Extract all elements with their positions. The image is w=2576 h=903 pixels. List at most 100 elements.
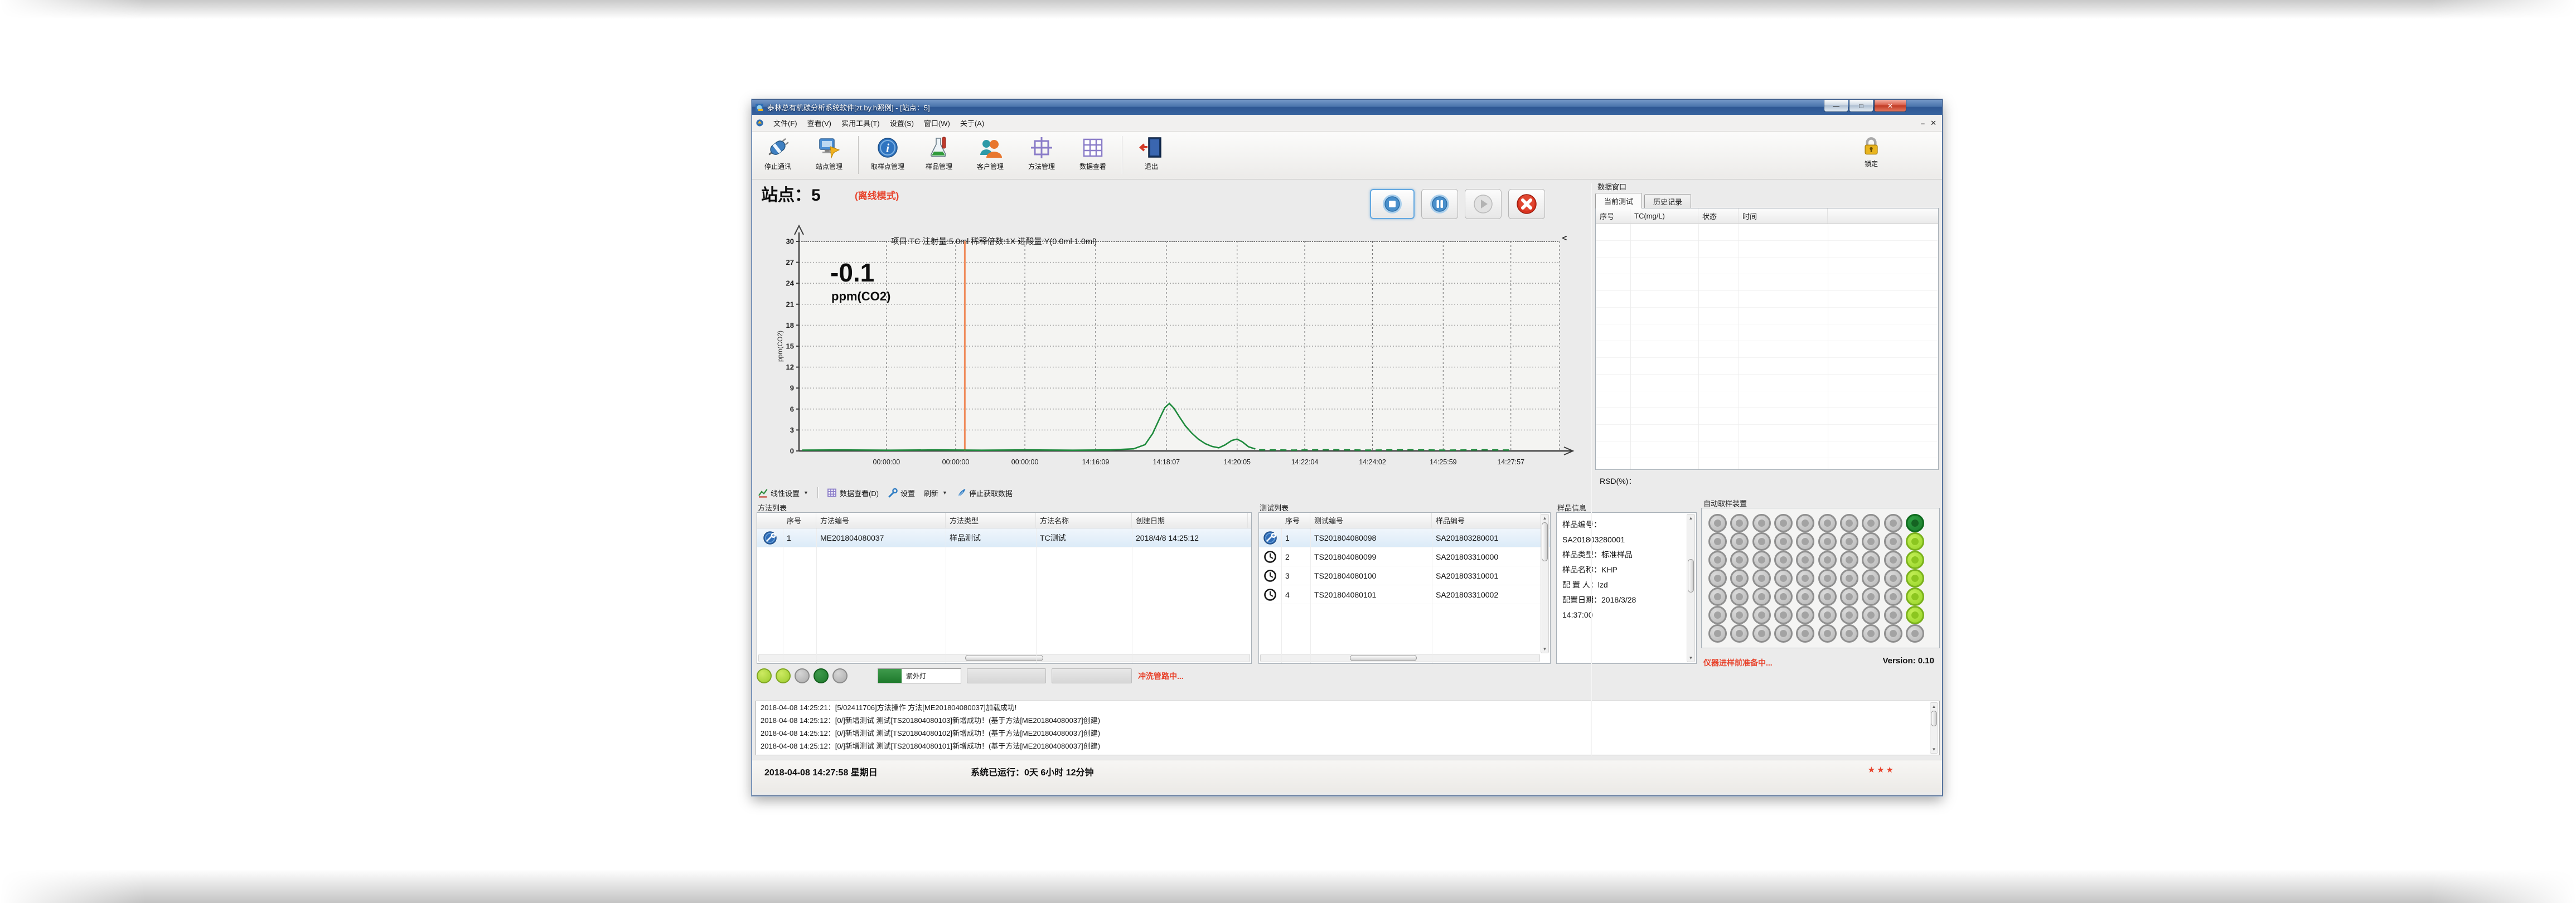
test-list-vscrollbar[interactable]: ▲▼ — [1541, 514, 1549, 653]
sample-info-vscrollbar[interactable]: ▲▼ — [1687, 514, 1695, 662]
sampler-vial[interactable] — [1862, 514, 1880, 532]
sampler-vial[interactable] — [1840, 569, 1858, 588]
chart-toolbar-refresh[interactable]: 刷新▼ — [924, 488, 947, 498]
method-list-hscrollbar[interactable] — [758, 654, 1250, 662]
sampler-vial[interactable] — [1796, 532, 1814, 551]
sampler-vial[interactable] — [1796, 606, 1814, 624]
close-button[interactable]: ✕ — [1874, 100, 1906, 112]
sampler-vial[interactable] — [1752, 551, 1771, 569]
sampler-vial[interactable] — [1818, 551, 1837, 569]
sampler-vial[interactable] — [1840, 606, 1858, 624]
sampler-vial[interactable] — [1884, 569, 1902, 588]
sampler-vial[interactable] — [1906, 569, 1924, 588]
sampler-vial[interactable] — [1774, 551, 1793, 569]
mdi-minimize-icon[interactable]: – — [1921, 119, 1925, 128]
sampler-vial[interactable] — [1818, 588, 1837, 606]
chart-toolbar-data-view[interactable]: 数据查看(D) — [827, 488, 879, 498]
sampler-vial[interactable] — [1730, 569, 1749, 588]
sampler-vial[interactable] — [1884, 551, 1902, 569]
sampler-vial[interactable] — [1708, 624, 1727, 643]
column-header[interactable]: 时间 — [1739, 208, 1828, 224]
sampler-vial[interactable] — [1862, 532, 1880, 551]
data-window-table[interactable]: 序号TC(mg/L)状态时间 — [1595, 208, 1939, 470]
sampler-vial[interactable] — [1752, 588, 1771, 606]
sampler-vial[interactable] — [1774, 624, 1793, 643]
maximize-button[interactable]: □ — [1849, 100, 1873, 112]
sampler-vial[interactable] — [1796, 551, 1814, 569]
sampler-vial[interactable] — [1840, 514, 1858, 532]
sampler-vial[interactable] — [1730, 588, 1749, 606]
sampler-vial[interactable] — [1752, 624, 1771, 643]
lock-button[interactable]: 锁定 — [1852, 133, 1891, 178]
sampler-vial[interactable] — [1708, 532, 1727, 551]
menu-item-settings[interactable]: 设置(S) — [885, 115, 919, 130]
sampler-vial[interactable] — [1708, 569, 1727, 588]
toolbar-button-exit[interactable]: 退出 — [1126, 133, 1177, 178]
sampler-vial[interactable] — [1796, 569, 1814, 588]
minimize-button[interactable]: — — [1824, 100, 1848, 112]
sampler-vial[interactable] — [1818, 606, 1837, 624]
table-row[interactable]: 3TS201804080100SA201803310001 — [1259, 566, 1550, 585]
sampler-vial[interactable] — [1708, 514, 1727, 532]
test-list-table[interactable]: 序号测试编号样品编号 ▲▼ 1TS201804080098SA201803280… — [1258, 512, 1551, 664]
sampler-vial[interactable] — [1774, 569, 1793, 588]
sampler-vial[interactable] — [1862, 606, 1880, 624]
sampler-vial[interactable] — [1906, 624, 1924, 643]
sampler-vial[interactable] — [1862, 588, 1880, 606]
chart-toolbar-linear-settings[interactable]: 线性设置▼ — [758, 488, 808, 498]
title-bar[interactable]: 泰林总有机碳分析系统软件[zt.by.h照例] - [站点：5] — □ ✕ — [752, 100, 1942, 115]
table-row[interactable]: 1ME201804080037样品测试TC测试2018/4/8 14:25:12 — [757, 528, 1251, 547]
menu-item-window[interactable]: 窗口(W) — [919, 115, 955, 130]
sampler-vial[interactable] — [1906, 588, 1924, 606]
column-header[interactable]: 方法类型 — [946, 513, 1036, 528]
sampler-vial[interactable] — [1884, 514, 1902, 532]
sampler-vial[interactable] — [1884, 532, 1902, 551]
toolbar-button-customer-manage[interactable]: 客户管理 — [965, 133, 1016, 178]
toolbar-button-stop-comm[interactable]: 停止通讯 — [752, 133, 803, 178]
sampler-vial[interactable] — [1840, 588, 1858, 606]
toolbar-button-data-view[interactable]: 数据查看 — [1067, 133, 1118, 178]
sampler-vial[interactable] — [1840, 624, 1858, 643]
sampler-vial[interactable] — [1884, 588, 1902, 606]
toolbar-button-station-manage[interactable]: 站点管理 — [803, 133, 855, 178]
column-header[interactable]: 方法名称 — [1036, 513, 1132, 528]
sampler-vial[interactable] — [1708, 551, 1727, 569]
table-row[interactable]: 1TS201804080098SA201803280001 — [1259, 528, 1550, 547]
column-header[interactable]: 状态 — [1698, 208, 1739, 224]
sampler-vial[interactable] — [1862, 551, 1880, 569]
sampler-vial[interactable] — [1730, 532, 1749, 551]
sampler-vial[interactable] — [1730, 624, 1749, 643]
sampler-vial[interactable] — [1818, 569, 1837, 588]
sampler-vial[interactable] — [1796, 588, 1814, 606]
tab-current-test[interactable]: 当前测试 — [1595, 193, 1642, 208]
column-header[interactable]: 方法编号 — [816, 513, 946, 528]
column-header[interactable]: 序号 — [1281, 513, 1310, 528]
sampler-vial[interactable] — [1752, 514, 1771, 532]
sampler-vial[interactable] — [1840, 551, 1858, 569]
column-header[interactable]: 创建日期 — [1132, 513, 1248, 528]
sampler-vial[interactable] — [1752, 532, 1771, 551]
tab-history[interactable]: 历史记录 — [1644, 194, 1691, 208]
sampler-vial[interactable] — [1730, 514, 1749, 532]
log-area[interactable]: 2018-04-08 14:25:21：[5/02411706]方法操作 方法[… — [756, 701, 1940, 755]
mdi-close-icon[interactable]: ✕ — [1930, 119, 1936, 128]
sampler-vial[interactable] — [1906, 514, 1924, 532]
sampler-vial[interactable] — [1774, 532, 1793, 551]
menu-item-tools[interactable]: 实用工具(T) — [836, 115, 885, 130]
sampler-vial[interactable] — [1774, 588, 1793, 606]
sampler-vial[interactable] — [1796, 624, 1814, 643]
menu-item-about[interactable]: 关于(A) — [955, 115, 989, 130]
column-header[interactable]: 序号 — [783, 513, 816, 528]
sampler-vial[interactable] — [1752, 606, 1771, 624]
sampler-vial[interactable] — [1708, 606, 1727, 624]
menu-item-view[interactable]: 查看(V) — [802, 115, 836, 130]
sampler-vial[interactable] — [1796, 514, 1814, 532]
table-row[interactable]: 4TS201804080101SA201803310002 — [1259, 585, 1550, 604]
sampler-vial[interactable] — [1774, 606, 1793, 624]
sampler-vial[interactable] — [1840, 532, 1858, 551]
column-header[interactable]: 样品编号 — [1432, 513, 1541, 528]
menu-item-file[interactable]: 文件(F) — [768, 115, 802, 130]
sampler-vial[interactable] — [1708, 588, 1727, 606]
sampler-vial[interactable] — [1752, 569, 1771, 588]
sampler-vial[interactable] — [1818, 532, 1837, 551]
